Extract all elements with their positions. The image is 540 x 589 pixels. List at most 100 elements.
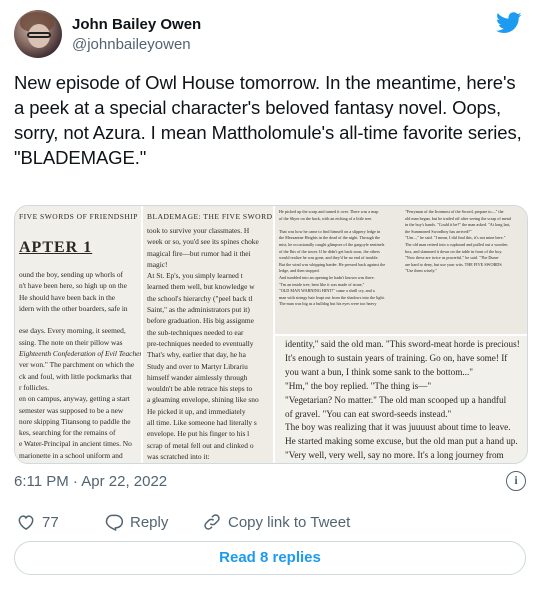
page-line: are hard to deny, but use your wits. THE…: [405, 261, 502, 267]
info-icon[interactable]: i: [506, 471, 526, 491]
page-line: the school's hierarchy ("peel back tl: [147, 293, 253, 303]
page-line: of gravel. "You can eat sword-seeds inst…: [285, 408, 452, 419]
chapter-title: APTER 1: [19, 239, 93, 256]
tweet-header: John Bailey Owen @johnbaileyowen: [14, 10, 526, 60]
page-line: mist, he occasionally caught glimpses of…: [279, 241, 385, 247]
page-line: pre-techniques needed to eventually: [147, 338, 254, 348]
page-line: [143, 462, 273, 463]
page-text: He picked up the scrap and turned it ove…: [275, 206, 401, 308]
page-line: nore skipping Titansong to paddle the: [19, 416, 131, 426]
page-line: en on campus, anyway, getting a start: [19, 394, 130, 404]
page-line: Study and over to Martyr Librariu: [147, 361, 248, 371]
page-line: marionette in a school uniform and: [19, 450, 123, 460]
page-line: "Very well, very well, say no more. It's…: [285, 450, 504, 461]
page-line: He picked up the scrap and turned it ove…: [279, 209, 379, 214]
like-count: 77: [42, 513, 59, 531]
page-line: all time. Like someone had literally s: [147, 418, 257, 428]
page-line: identity," said the old man. "This sword…: [285, 339, 520, 349]
page-line: took to survive your classmates. H: [147, 226, 250, 235]
page-line: Eighteenth Confederation of Evil Teacher…: [19, 349, 141, 359]
page-line: box, and slammed it down on the table in…: [405, 248, 503, 254]
page-line: e Water-Principal in ancient times. No: [19, 439, 132, 449]
page-line: of the Shyer on the back, with an etchin…: [279, 215, 373, 221]
page-line: the sub-techniques needed to ear: [147, 327, 244, 337]
author-handle[interactable]: @johnbaileyowen: [72, 36, 191, 53]
book-page-1: FIVE SWORDS OF FRIENDSHIP APTER 1 ound t…: [15, 206, 141, 463]
page-line: "I'm an inside tree, bent like it was ma…: [279, 281, 365, 287]
page-line: He picked it up, and immediately: [147, 406, 246, 416]
page-text: took to survive your classmates. H week o…: [143, 225, 273, 463]
reply-icon: [105, 514, 124, 532]
page-line: himself wander aimlessly through: [147, 372, 248, 382]
page-line: idern with the other boarders, safe in: [19, 303, 128, 313]
page-line: It's enough to sustain years of training…: [285, 352, 508, 363]
read-replies-button[interactable]: Read 8 replies: [14, 541, 526, 575]
page-line: ver won." The parchment on which the: [19, 360, 135, 370]
page-text: ound the boy, sending up whorls of n't ha…: [15, 269, 141, 463]
page-line: ound the boy, sending up whorls of: [19, 270, 124, 279]
tweet-timestamp[interactable]: 6:11 PM · Apr 22, 2022: [14, 473, 167, 490]
like-button[interactable]: 77: [16, 510, 59, 534]
page-line: a gleaming envelope, shining like sno: [147, 395, 259, 405]
page-line: "Now these are twice as powerful," he sa…: [405, 255, 500, 261]
page-line: [275, 222, 401, 229]
copy-link-label: Copy link to Tweet: [228, 513, 351, 531]
page-line: ese days. Every morning, it seemed,: [19, 326, 126, 336]
page-line: magical fire—but rumor had it thei: [147, 248, 251, 258]
tweet-actions: 77 Reply Copy link to Tweet: [14, 510, 526, 534]
page-line: ss in his stead.: [15, 461, 141, 463]
book-page-2: BLADEMAGE: THE FIVE SWORD took to surviv…: [143, 206, 273, 463]
page-line: r follicles.: [19, 382, 49, 392]
page-line: scrap of metal fell out and clinked o: [147, 440, 254, 450]
page-line: week or so, you'd see its spines choke: [147, 237, 259, 247]
page-line: semester was supposed to be a new: [19, 405, 124, 415]
page-line: old man began, but he trailed off after …: [405, 215, 512, 221]
page-line: n't have been here, so high up on the: [19, 281, 127, 291]
copy-link-button[interactable]: Copy link to Tweet: [202, 510, 350, 534]
page-header: BLADEMAGE: THE FIVE SWORD: [147, 212, 273, 221]
page-line: [15, 314, 141, 325]
page-line: "Vegetarian? No matter." The old man sco…: [285, 394, 507, 405]
link-icon: [204, 514, 220, 530]
book-page-3: He picked up the scrap and turned it ove…: [275, 206, 527, 334]
page-line: magic!: [147, 259, 168, 269]
page-line: And tumbled into an opening he hadn't kn…: [279, 274, 375, 280]
tweet-media[interactable]: FIVE SWORDS OF FRIENDSHIP APTER 1 ound t…: [14, 205, 528, 464]
heart-icon: [18, 515, 34, 530]
page-line: He started making some excuse, but the o…: [285, 436, 518, 447]
page-line: "OLD MAN WARNING HINT!" came a shrill cr…: [279, 288, 375, 294]
page-line: ssing. The note on their pillow was: [19, 337, 123, 347]
reply-label: Reply: [130, 513, 169, 531]
page-line: At St. Ep's, you simply learned t: [147, 271, 243, 281]
page-text: identity," said the old man. "This sword…: [275, 338, 527, 463]
page-line: of the Ibis of the tower. If he didn't g…: [279, 248, 380, 254]
book-page-4: identity," said the old man. "This sword…: [275, 336, 527, 463]
page-line: kes, searching for the remains of: [19, 428, 116, 438]
page-line: The old man retired into a cupboard and …: [405, 241, 508, 247]
page-line: wouldn't be able retrace his steps to: [147, 384, 253, 394]
page-line: The boy was realizing that it was juuuus…: [285, 422, 511, 433]
page-line: ck and foul, with little pockmarks that: [19, 371, 132, 381]
page-text: "Ferryman of the Ironmost of the Sword, …: [401, 206, 527, 308]
page-line: was scratched into it:: [147, 451, 210, 461]
page-line: man with stringy hair leapt out from the…: [279, 294, 385, 300]
page-line: "Um...," he said. "I mean, I did find th…: [405, 235, 506, 241]
page-line: the Mezzanine Heights in the dead of the…: [279, 235, 380, 241]
page-line: "Hm," the boy replied. "The thing is—": [285, 380, 432, 391]
page-header: FIVE SWORDS OF FRIENDSHIP: [19, 212, 138, 221]
page-line: The man was big as a bulldog but his eye…: [279, 301, 377, 307]
avatar-glasses: [27, 32, 51, 38]
tweet-text: New episode of Owl House tomorrow. In th…: [14, 72, 522, 168]
page-line: That was how he came to find himself on …: [279, 228, 381, 234]
avatar[interactable]: [14, 10, 62, 58]
twitter-bird-icon[interactable]: [496, 12, 522, 34]
page-line: envelope. He put his finger to his l: [147, 429, 250, 439]
page-line: "Ferryman of the Ironmost of the Sword, …: [405, 209, 504, 214]
page-line: before graduation. His big assignme: [147, 316, 254, 326]
page-line: in the boy's hands. "Could it be?" the m…: [405, 222, 511, 228]
page-line: But the wind was whipping harder. He pre…: [279, 261, 386, 267]
author-name[interactable]: John Bailey Owen: [72, 16, 201, 33]
page-line: ledge, and then stopped.: [279, 268, 320, 274]
reply-button[interactable]: Reply: [104, 510, 168, 534]
page-line: He should have been back in the: [19, 292, 116, 302]
